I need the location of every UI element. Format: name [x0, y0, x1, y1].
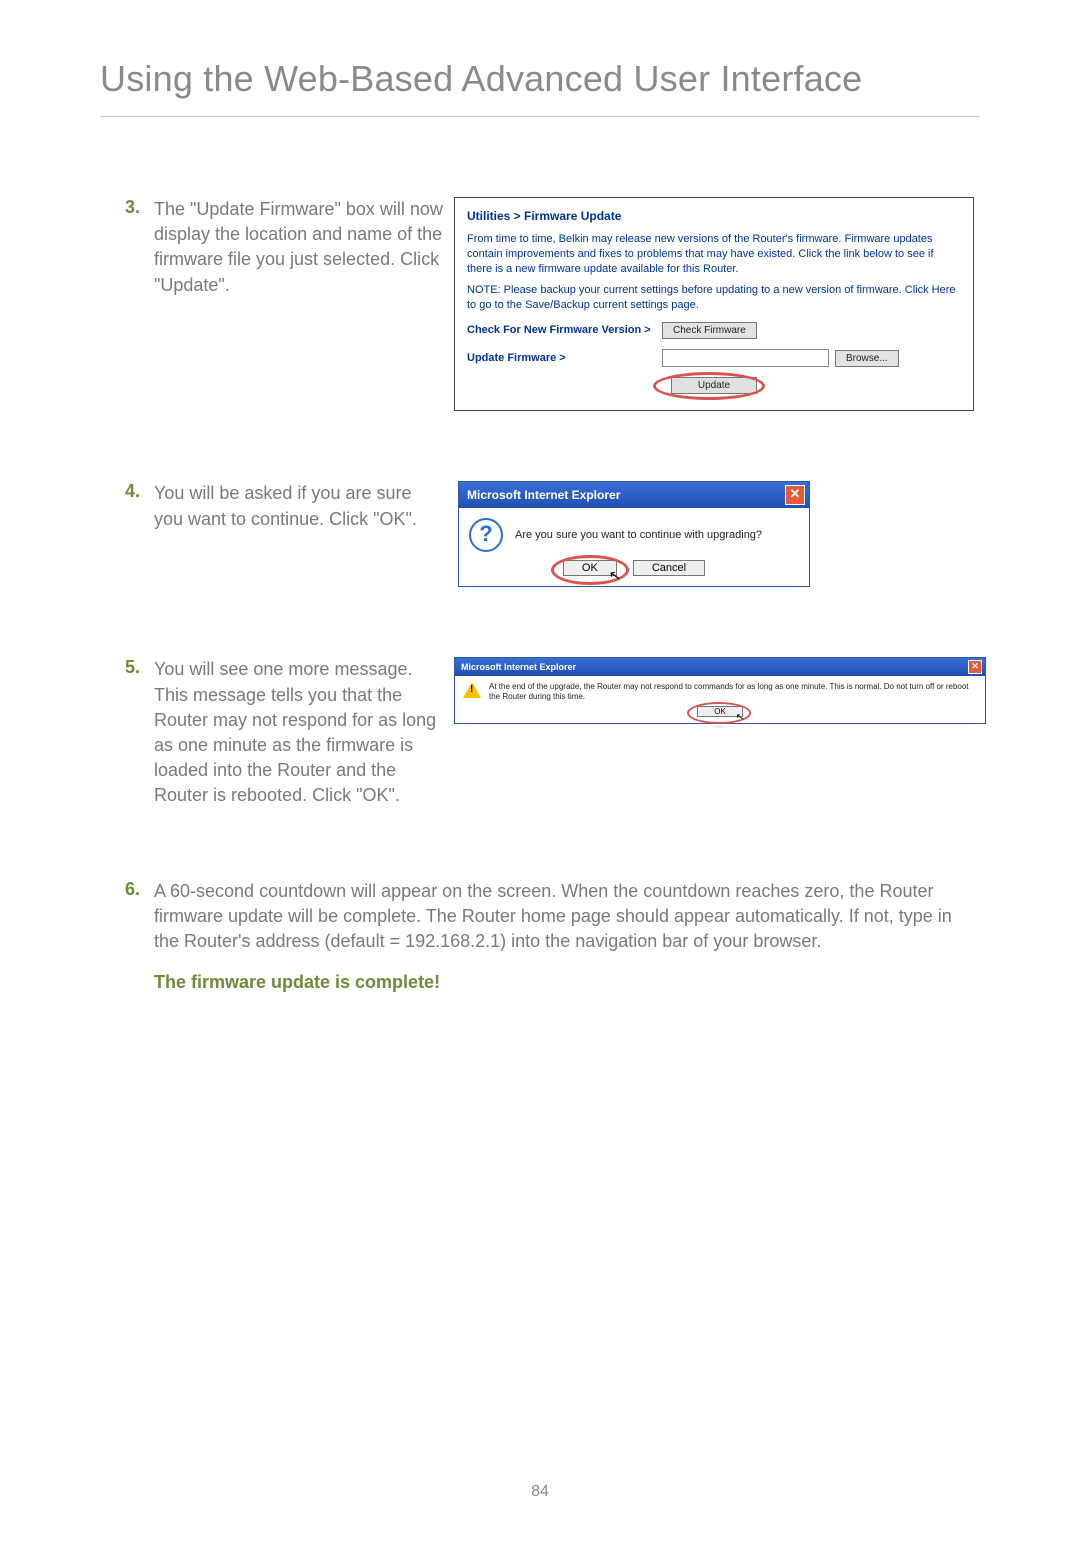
step-text: You will see one more message. This mess…	[154, 657, 454, 808]
close-icon[interactable]: ✕	[785, 485, 805, 505]
panel-intro-text: From time to time, Belkin may release ne…	[467, 232, 961, 277]
cursor-icon: ↖	[735, 711, 745, 723]
dialog-title: Microsoft Internet Explorer	[461, 662, 576, 672]
update-firmware-row: Update Firmware > Browse...	[467, 349, 961, 367]
warning-dialog: Microsoft Internet Explorer ✕ At the end…	[454, 657, 986, 723]
step-text: You will be asked if you are sure you wa…	[154, 481, 454, 531]
step-figure: Microsoft Internet Explorer ✕ ? Are you …	[454, 481, 980, 587]
dialog-message: At the end of the upgrade, the Router ma…	[489, 682, 977, 701]
cancel-button[interactable]: Cancel	[633, 560, 705, 576]
cursor-icon: ↖	[608, 567, 623, 586]
step-number: 5.	[100, 657, 154, 678]
step-4: 4. You will be asked if you are sure you…	[100, 481, 980, 587]
close-icon[interactable]: ✕	[968, 660, 982, 674]
panel-title: Utilities > Firmware Update	[467, 208, 961, 224]
step-text: The "Update Firmware" box will now displ…	[154, 197, 454, 298]
step-text: A 60-second countdown will appear on the…	[154, 879, 980, 955]
step-number: 3.	[100, 197, 154, 218]
dialog-body: ? Are you sure you want to continue with…	[459, 508, 809, 558]
dialog-title: Microsoft Internet Explorer	[467, 488, 620, 502]
step-6: 6. A 60-second countdown will appear on …	[100, 879, 980, 955]
check-firmware-label: Check For New Firmware Version >	[467, 323, 662, 338]
update-firmware-label: Update Firmware >	[467, 351, 662, 366]
page-title: Using the Web-Based Advanced User Interf…	[100, 58, 980, 100]
step-number: 4.	[100, 481, 154, 502]
check-firmware-row: Check For New Firmware Version > Check F…	[467, 322, 961, 339]
title-rule	[100, 116, 980, 117]
update-button[interactable]: Update	[671, 377, 757, 394]
step-figure: Utilities > Firmware Update From time to…	[454, 197, 980, 411]
warning-icon	[463, 682, 481, 698]
firmware-path-input[interactable]	[662, 349, 829, 367]
dialog-buttons: OK ↖	[455, 704, 985, 723]
document-page: Using the Web-Based Advanced User Interf…	[0, 0, 1080, 1541]
step-5: 5. You will see one more message. This m…	[100, 657, 980, 808]
page-number: 84	[0, 1483, 1080, 1501]
dialog-message: Are you sure you want to continue with u…	[515, 529, 762, 541]
step-figure: Microsoft Internet Explorer ✕ At the end…	[454, 657, 986, 723]
question-icon: ?	[469, 518, 503, 552]
step-number: 6.	[100, 879, 154, 900]
browse-button[interactable]: Browse...	[835, 350, 899, 367]
check-firmware-button[interactable]: Check Firmware	[662, 322, 757, 339]
dialog-buttons: OK ↖ Cancel	[459, 558, 809, 586]
dialog-titlebar: Microsoft Internet Explorer ✕	[459, 482, 809, 508]
dialog-titlebar: Microsoft Internet Explorer ✕	[455, 658, 985, 676]
confirm-dialog: Microsoft Internet Explorer ✕ ? Are you …	[458, 481, 810, 587]
step-3: 3. The "Update Firmware" box will now di…	[100, 197, 980, 411]
completion-message: The firmware update is complete!	[154, 972, 980, 993]
dialog-body: At the end of the upgrade, the Router ma…	[455, 676, 985, 703]
firmware-update-panel: Utilities > Firmware Update From time to…	[454, 197, 974, 411]
panel-note-text: NOTE: Please backup your current setting…	[467, 283, 961, 313]
